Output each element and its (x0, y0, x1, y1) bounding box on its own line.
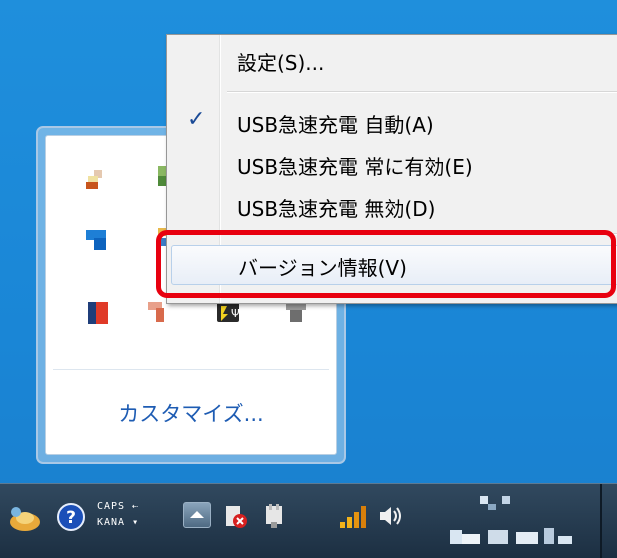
taskbar: ? CAPS ⇠ KANA ▾ (0, 483, 617, 558)
app-tray-icon[interactable] (84, 228, 108, 252)
menu-item-usb-charge-disabled[interactable]: USB急速充電 無効(D) (171, 187, 617, 227)
power-plug-icon[interactable] (260, 502, 288, 530)
app-tray-icon[interactable] (84, 168, 108, 192)
flyout-divider (53, 369, 329, 370)
action-center-icon[interactable] (222, 502, 250, 530)
svg-text:Ψ: Ψ (231, 307, 240, 320)
dropdown-arrow-icon: ▾ (132, 517, 140, 528)
menu-item-label: 設定(S)... (237, 51, 325, 75)
app-tray-icon[interactable] (86, 300, 110, 324)
highlight-annotation (156, 230, 616, 298)
kana-indicator: KANA (97, 517, 126, 528)
menu-item-usb-charge-always[interactable]: USB急速充電 常に有効(E) (171, 145, 617, 185)
menu-item-label: USB急速充電 自動(A) (237, 113, 434, 137)
network-signal-icon[interactable] (338, 502, 368, 530)
chevron-up-icon (190, 511, 204, 518)
show-hidden-icons-button[interactable] (183, 502, 211, 528)
network-app-icon[interactable] (8, 504, 42, 534)
menu-item-usb-charge-auto[interactable]: ✓ USB急速充電 自動(A) (171, 103, 617, 143)
menu-item-label: USB急速充電 無効(D) (237, 197, 436, 221)
clock-area[interactable] (448, 492, 588, 552)
show-desktop-divider (600, 484, 602, 558)
svg-text:?: ? (66, 508, 76, 528)
menu-item-settings[interactable]: 設定(S)... (171, 41, 617, 81)
speaker-volume-icon[interactable] (376, 502, 404, 530)
menu-separator-highlight (227, 92, 617, 93)
checkmark-icon: ✓ (187, 107, 206, 132)
help-icon[interactable]: ? (56, 502, 86, 532)
menu-item-label: USB急速充電 常に有効(E) (237, 155, 473, 179)
customize-link[interactable]: カスタマイズ... (46, 398, 336, 428)
ime-status[interactable]: CAPS ⇠ KANA ▾ (97, 499, 139, 531)
ime-mode-icon: ⇠ (132, 501, 140, 512)
caps-lock-indicator: CAPS (97, 501, 126, 512)
